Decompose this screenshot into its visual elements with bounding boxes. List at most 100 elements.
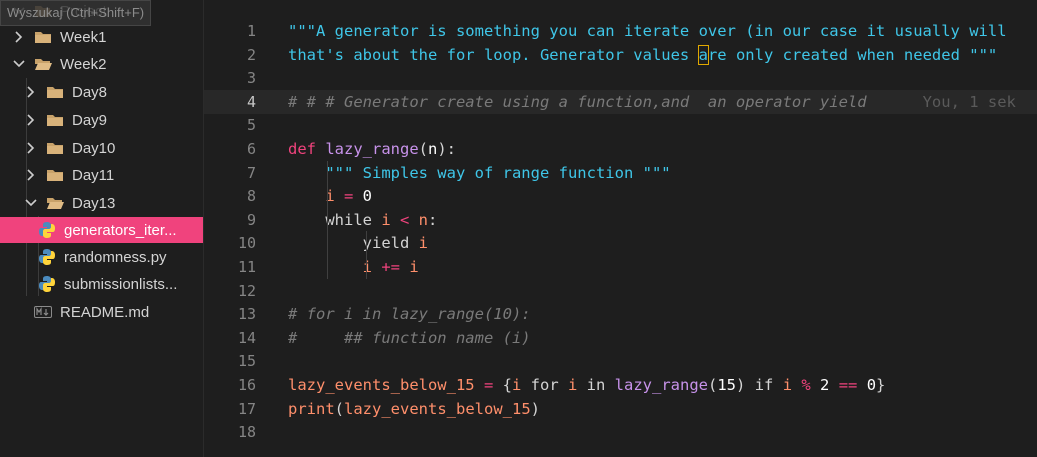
code-token: print: [288, 399, 335, 418]
explorer-sidebar: Wyszukaj (Ctrl+Shift+F) ProjectWeek1Week…: [0, 0, 204, 457]
line-number: 3: [246, 69, 256, 88]
code-token: :: [428, 210, 438, 229]
code-token: # ## function name (i): [288, 328, 531, 347]
folder-open-icon: [38, 196, 72, 210]
chevron-right-icon[interactable]: [24, 85, 38, 99]
code-token: if: [745, 376, 783, 394]
text-cursor: a: [697, 44, 709, 65]
python-file-icon: [38, 221, 64, 239]
tree-item-day11[interactable]: Day11: [0, 162, 203, 188]
line-number: 11: [237, 258, 256, 276]
python-file-icon: [38, 275, 64, 293]
code-line[interactable]: 15: [204, 349, 1037, 373]
tree-item-label: submissionlists...: [64, 275, 178, 293]
code-token: ): [530, 399, 540, 418]
code-token: i: [381, 210, 391, 229]
line-number: 17: [237, 399, 256, 418]
code-line[interactable]: 1 """A generator is something you can ite…: [204, 19, 1037, 43]
tree-item-label: Day11: [72, 166, 115, 184]
code-text: yield i: [288, 231, 428, 255]
code-token: {: [502, 376, 512, 394]
code-token: re only created when needed """: [707, 45, 998, 64]
code-token: i: [568, 376, 578, 394]
line-number: 15: [237, 352, 256, 371]
code-line[interactable]: 18: [204, 420, 1037, 444]
chevron-right-icon[interactable]: [24, 141, 38, 155]
git-blame-annotation: You, 1 sek: [866, 92, 1016, 111]
code-token: lazy_events_below_15: [288, 376, 475, 394]
tree-item-label: Week2: [60, 55, 107, 73]
tree-item-week1[interactable]: Week1: [0, 24, 203, 50]
code-line[interactable]: 2 that's about the for loop. Generator va…: [204, 43, 1037, 67]
code-token: ):: [437, 140, 457, 158]
chevron-right-icon[interactable]: [12, 30, 26, 44]
search-tooltip: Wyszukaj (Ctrl+Shift+F): [0, 0, 152, 26]
tree-item-label: Day10: [72, 139, 116, 157]
folder-icon: [38, 85, 72, 99]
code-text: while i < n:: [288, 208, 437, 232]
tree-item-readme-md[interactable]: README.md: [0, 299, 203, 325]
code-line[interactable]: 8 i = 0: [204, 184, 1037, 208]
line-number: 2: [246, 45, 256, 64]
tree-item-submissionlists[interactable]: submissionlists...: [0, 271, 203, 297]
code-text: def lazy_range(n):: [288, 137, 456, 161]
chevron-down-icon[interactable]: [24, 196, 38, 210]
code-line[interactable]: 12: [204, 279, 1037, 303]
code-token: i: [418, 234, 428, 253]
line-number: 6: [246, 140, 256, 158]
code-line[interactable]: 16 lazy_events_below_15 = {i for i in laz…: [204, 373, 1037, 397]
code-text: """A generator is something you can iter…: [288, 19, 1007, 43]
code-line[interactable]: 14 # ## function name (i): [204, 326, 1037, 350]
tree-item-day13[interactable]: Day13: [0, 190, 203, 216]
code-token: (: [334, 399, 345, 418]
python-file-icon: [38, 248, 64, 266]
chevron-right-icon[interactable]: [24, 113, 38, 127]
code-token: 0: [362, 187, 373, 206]
code-line[interactable]: 11 i += i: [204, 255, 1037, 279]
code-token: (: [708, 376, 718, 394]
tree-item-day8[interactable]: Day8: [0, 79, 203, 105]
code-token: ==: [829, 376, 867, 394]
chevron-right-icon[interactable]: [24, 168, 38, 182]
code-token: # for i in lazy_range(10):: [288, 305, 531, 324]
code-token: +=: [372, 258, 410, 276]
tree-item-day9[interactable]: Day9: [0, 107, 203, 133]
tree-item-randomness-py[interactable]: randomness.py: [0, 244, 203, 270]
code-line[interactable]: 4 # # # Generator create using a function…: [204, 89, 1037, 114]
code-token: i: [782, 376, 793, 394]
code-line[interactable]: 7 """ Simples way of range function """: [204, 161, 1037, 185]
line-number: 5: [246, 116, 256, 135]
code-text: that's about the for loop. Generator val…: [288, 43, 997, 67]
code-line[interactable]: 9 while i < n:: [204, 208, 1037, 232]
code-line[interactable]: 3: [204, 66, 1037, 90]
code-line[interactable]: 13 # for i in lazy_range(10):: [204, 302, 1037, 326]
line-number: 9: [246, 210, 256, 229]
code-line[interactable]: 10 yield i: [204, 231, 1037, 255]
code-token: 2: [820, 376, 830, 394]
code-token: lazy_events_below_15: [344, 399, 531, 418]
code-line[interactable]: 5: [204, 113, 1037, 137]
code-token: for: [521, 376, 568, 394]
tree-item-generators-iter[interactable]: generators_iter...: [0, 217, 203, 243]
code-token: # # # Generator create using a function,…: [288, 92, 867, 111]
line-number: 13: [237, 305, 256, 324]
code-line[interactable]: 17 print(lazy_events_below_15): [204, 397, 1037, 421]
tree-item-week2[interactable]: Week2: [0, 51, 203, 77]
code-token: in: [577, 376, 615, 394]
code-line[interactable]: 6 def lazy_range(n):: [204, 137, 1037, 161]
code-text: i = 0: [288, 184, 372, 208]
code-token: n: [428, 140, 438, 158]
chevron-down-icon[interactable]: [12, 57, 26, 71]
folder-icon: [38, 113, 72, 127]
tree-item-label: Day9: [72, 111, 108, 129]
indent-guide: [327, 160, 328, 279]
code-token: =: [474, 376, 503, 394]
line-number: 8: [246, 187, 256, 206]
code-editor[interactable]: 1 """A generator is something you can ite…: [204, 0, 1037, 457]
tree-item-label: Week1: [60, 28, 107, 46]
line-number: 18: [237, 423, 256, 442]
code-token: 15: [717, 376, 737, 394]
tree-item-day10[interactable]: Day10: [0, 135, 203, 161]
